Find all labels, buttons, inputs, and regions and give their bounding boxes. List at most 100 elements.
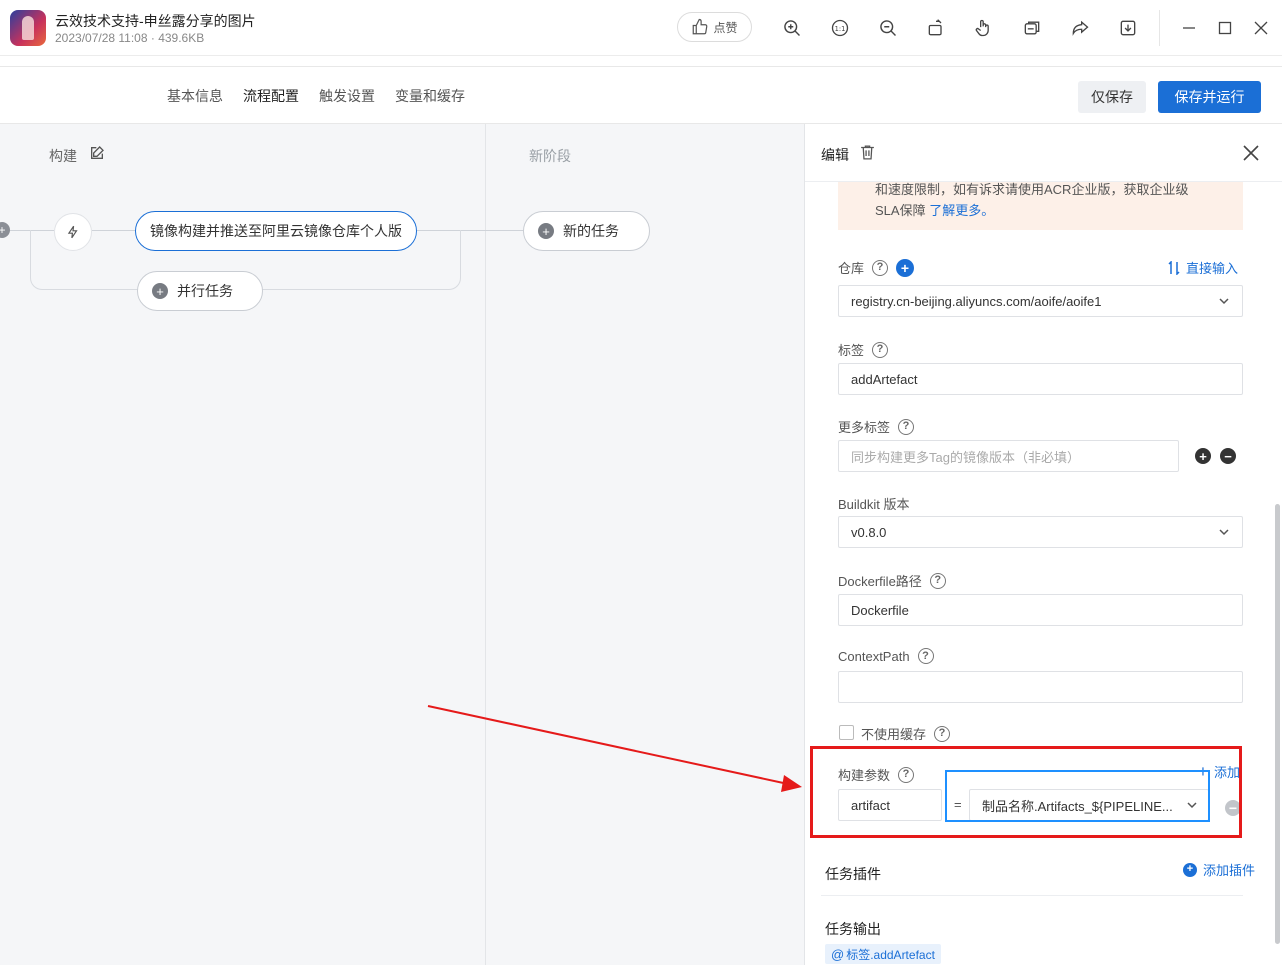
direct-input-link[interactable]: 直接输入 bbox=[1168, 258, 1238, 277]
panel-title: 编辑 bbox=[821, 147, 849, 163]
direct-input-label: 直接输入 bbox=[1186, 261, 1239, 276]
more-tags-label: 更多标签 bbox=[838, 420, 891, 435]
add-plugin-icon: + bbox=[1183, 862, 1197, 877]
job-node-image-build[interactable]: 镜像构建并推送至阿里云镜像仓库个人版 bbox=[135, 211, 417, 251]
save-and-run-button[interactable]: 保存并运行 bbox=[1158, 81, 1261, 113]
repo-select[interactable]: registry.cn-beijing.aliyuncs.com/aoife/a… bbox=[838, 285, 1243, 317]
minimize-icon[interactable] bbox=[1178, 14, 1200, 42]
lightning-icon bbox=[67, 225, 78, 239]
notice-text-2: SLA保障 了解更多。 bbox=[875, 201, 994, 221]
context-path-input[interactable] bbox=[838, 671, 1243, 703]
edit-icon[interactable] bbox=[89, 145, 105, 161]
add-stage-icon[interactable]: + bbox=[0, 222, 10, 238]
add-plugin-link[interactable]: + 添加插件 bbox=[1183, 860, 1255, 879]
fit-icon[interactable]: 1:1 bbox=[826, 14, 854, 42]
outputs-title: 任务输出 bbox=[825, 921, 881, 937]
output-chip-label: 标签.addArtefact bbox=[846, 947, 935, 962]
chevron-down-icon bbox=[1219, 529, 1229, 536]
stage-title-build: 构建 bbox=[49, 148, 77, 164]
download-icon[interactable] bbox=[1114, 14, 1142, 42]
hand-icon[interactable] bbox=[970, 14, 998, 42]
dockerfile-label-row: Dockerfile路径 ? bbox=[838, 571, 946, 590]
context-path-label-row: ContextPath ? bbox=[838, 648, 934, 664]
help-icon[interactable]: ? bbox=[872, 259, 889, 276]
add-tag-icon[interactable]: + bbox=[1195, 448, 1211, 464]
tab-basic-info[interactable]: 基本信息 bbox=[167, 67, 223, 125]
repo-label-row: 仓库 ? + bbox=[838, 258, 915, 277]
add-plugin-label: 添加插件 bbox=[1203, 863, 1256, 878]
repo-label: 仓库 bbox=[838, 261, 865, 276]
buildkit-label-row: Buildkit 版本 bbox=[838, 494, 910, 513]
plus-circle-icon: + bbox=[538, 223, 554, 239]
toolbar-separator bbox=[1159, 10, 1160, 46]
notice-text-prefix: SLA保障 bbox=[875, 203, 930, 218]
parallel-task-label: 并行任务 bbox=[177, 283, 233, 299]
help-icon[interactable]: ? bbox=[934, 725, 951, 742]
edit-panel: 编辑 和速度限制，如有诉求请使用ACR企业版，获取企业级 SLA保障 了解更多。… bbox=[804, 124, 1282, 965]
share-icon[interactable] bbox=[1066, 14, 1094, 42]
svg-text:1:1: 1:1 bbox=[835, 25, 846, 33]
add-parallel-task-button[interactable]: + 并行任务 bbox=[137, 271, 263, 311]
more-tags-input[interactable]: 同步构建更多Tag的镜像版本（非必填） bbox=[838, 440, 1179, 472]
no-cache-checkbox[interactable] bbox=[839, 725, 854, 740]
help-icon[interactable]: ? bbox=[898, 418, 915, 435]
help-icon[interactable]: ? bbox=[929, 572, 946, 589]
trigger-node[interactable] bbox=[54, 213, 92, 251]
dockerfile-input[interactable]: Dockerfile bbox=[838, 594, 1243, 626]
like-label: 点赞 bbox=[713, 20, 738, 35]
maximize-icon[interactable] bbox=[1214, 14, 1236, 42]
learn-more-link[interactable]: 了解更多。 bbox=[929, 203, 994, 218]
zoom-in-icon[interactable] bbox=[778, 14, 806, 42]
buildkit-select[interactable]: v0.8.0 bbox=[838, 516, 1243, 548]
pipeline-tabbar: 基本信息 流程配置 触发设置 变量和缓存 仅保存 保存并运行 bbox=[0, 66, 1282, 126]
viewer-titlebar: 云效技术支持-申丝露分享的图片 2023/07/28 11:08 · 439.6… bbox=[0, 0, 1282, 56]
help-icon[interactable]: ? bbox=[872, 341, 889, 358]
app-logo bbox=[10, 10, 46, 46]
rotate-icon[interactable] bbox=[922, 14, 950, 42]
repo-value: registry.cn-beijing.aliyuncs.com/aoife/a… bbox=[851, 293, 1102, 309]
remove-tag-icon[interactable]: − bbox=[1220, 448, 1236, 464]
section-divider bbox=[821, 895, 1243, 896]
chevron-down-icon bbox=[1219, 298, 1229, 305]
copy-icon[interactable] bbox=[1018, 14, 1046, 42]
panel-scrollbar[interactable] bbox=[1275, 504, 1280, 944]
thumbs-up-icon bbox=[693, 18, 708, 35]
help-icon[interactable]: ? bbox=[917, 648, 934, 664]
add-repo-icon[interactable]: + bbox=[896, 258, 915, 277]
notice-text: 和速度限制，如有诉求请使用ACR企业版，获取企业级 bbox=[875, 182, 1189, 197]
stage-divider bbox=[485, 124, 486, 965]
add-new-task-button[interactable]: + 新的任务 bbox=[523, 211, 650, 251]
plugins-title: 任务插件 bbox=[825, 866, 881, 882]
dockerfile-label: Dockerfile路径 bbox=[838, 574, 922, 589]
swap-icon bbox=[1168, 260, 1180, 275]
close-icon[interactable] bbox=[1250, 14, 1272, 42]
dockerfile-value: Dockerfile bbox=[851, 602, 909, 618]
tab-trigger-settings[interactable]: 触发设置 bbox=[319, 67, 375, 125]
tab-variables-cache[interactable]: 变量和缓存 bbox=[395, 67, 465, 125]
tab-flow-config[interactable]: 流程配置 bbox=[243, 67, 299, 126]
tag-label-row: 标签 ? bbox=[838, 340, 889, 359]
trash-icon[interactable] bbox=[859, 144, 876, 161]
new-task-label: 新的任务 bbox=[563, 223, 619, 239]
zoom-out-icon[interactable] bbox=[874, 14, 902, 42]
tag-label: 标签 bbox=[838, 343, 865, 358]
more-tags-label-row: 更多标签 ? bbox=[838, 417, 915, 436]
context-path-label: ContextPath bbox=[838, 648, 910, 664]
no-cache-label: 不使用缓存 bbox=[861, 727, 927, 742]
edit-panel-header: 编辑 bbox=[805, 124, 1282, 182]
job-node-label: 镜像构建并推送至阿里云镜像仓库个人版 bbox=[150, 223, 402, 239]
plus-circle-icon: + bbox=[152, 283, 168, 299]
image-title: 云效技术支持-申丝露分享的图片 bbox=[55, 13, 256, 29]
at-icon: @ bbox=[831, 946, 845, 962]
like-button[interactable]: 点赞 bbox=[677, 12, 752, 42]
acr-notice: 和速度限制，如有诉求请使用ACR企业版，获取企业级 SLA保障 了解更多。 bbox=[838, 182, 1243, 230]
tag-value: addArtefact bbox=[851, 371, 918, 387]
close-icon[interactable] bbox=[1242, 144, 1260, 162]
tag-input[interactable]: addArtefact bbox=[838, 363, 1243, 395]
save-only-button[interactable]: 仅保存 bbox=[1078, 81, 1146, 113]
buildkit-value: v0.8.0 bbox=[851, 524, 887, 540]
output-chip[interactable]: @ 标签.addArtefact bbox=[825, 944, 941, 964]
image-meta: 2023/07/28 11:08 · 439.6KB bbox=[55, 31, 205, 45]
pipeline-canvas: 构建 新阶段 + 镜像构建并推送至阿里云镜像仓库个人版 + 并行任务 + 新的任… bbox=[0, 124, 804, 965]
annotation-blue-box bbox=[945, 770, 1210, 822]
